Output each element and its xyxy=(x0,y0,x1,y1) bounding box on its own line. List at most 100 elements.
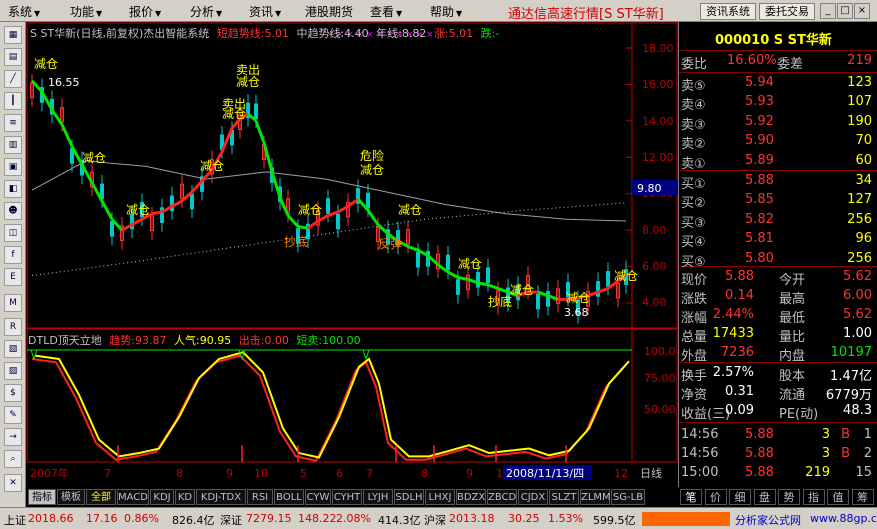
sell-row[interactable]: 卖④ 5.93 107 xyxy=(679,93,877,113)
stat-row: 现价 5.88 今开 5.62 xyxy=(679,268,877,288)
indicator-tab[interactable]: ZBCD xyxy=(487,489,517,505)
menu-help[interactable]: 帮助 ▼ xyxy=(430,3,462,20)
indicator-popularity: 人气:90.95 xyxy=(174,334,232,347)
menu-view[interactable]: 查看 ▼ xyxy=(370,3,402,20)
high-price-label: 16.55 xyxy=(48,76,80,89)
menu-function[interactable]: 功能 ▼ xyxy=(70,3,102,20)
candle-body xyxy=(190,193,194,210)
f10-icon[interactable]: ≡ xyxy=(4,114,22,132)
indicator-tab[interactable]: CYW xyxy=(305,489,331,505)
trade-button[interactable]: 委托交易 xyxy=(759,3,815,20)
indicator-tab[interactable]: RSI xyxy=(247,489,273,505)
tool-icon-b[interactable]: ▨ xyxy=(4,362,22,380)
buy-price: 5.88 xyxy=(745,173,774,188)
stat-value: 7236 xyxy=(720,345,754,360)
indicator-tab[interactable]: 全部 xyxy=(86,489,116,505)
hs-percent: 1.53% xyxy=(548,512,583,525)
indicator-tab[interactable]: MACD xyxy=(117,489,149,505)
minimize-icon[interactable]: _ xyxy=(820,3,836,19)
buy-row[interactable]: 买① 5.88 34 xyxy=(679,172,877,192)
indicator-tab[interactable]: CYHT xyxy=(332,489,362,505)
quote-tab[interactable]: 值 xyxy=(827,489,849,505)
stat-value: 5.62 xyxy=(843,269,872,284)
indicator-tab[interactable]: BDZX xyxy=(456,489,486,505)
quote-tab[interactable]: 指 xyxy=(802,489,825,505)
compare-icon[interactable]: ▥ xyxy=(4,136,22,154)
quote-tab[interactable]: 笔 xyxy=(680,489,702,505)
indicator-trend: 趋势:93.87 xyxy=(109,334,167,347)
indicator-tab[interactable]: KDJ-TDX xyxy=(196,489,246,505)
settings-icon[interactable]: ✎ xyxy=(4,406,22,424)
separator xyxy=(679,72,877,73)
quote-tab[interactable]: 细 xyxy=(729,489,751,505)
sell-price: 5.92 xyxy=(745,113,774,129)
indicator-tab[interactable]: SG-LB xyxy=(611,489,645,505)
sell-row[interactable]: 卖③ 5.92 190 xyxy=(679,113,877,133)
news-icon[interactable]: ◫ xyxy=(4,224,22,242)
indicator-tab[interactable]: KDJ xyxy=(150,489,174,505)
dollar-icon[interactable]: $ xyxy=(4,384,22,402)
indicator-tab[interactable]: LHXJ xyxy=(425,489,455,505)
stat-row: 涨跌 0.14 最高 6.00 xyxy=(679,287,877,307)
indicator-tab[interactable]: KD xyxy=(175,489,195,505)
date-label-7: 7 xyxy=(104,467,111,480)
formula-icon[interactable]: f xyxy=(4,246,22,264)
buy-row[interactable]: 买⑤ 5.80 256 xyxy=(679,250,877,270)
info-system-button[interactable]: 资讯系统 xyxy=(700,3,756,20)
buy-row[interactable]: 买③ 5.82 256 xyxy=(679,211,877,231)
calc-icon[interactable]: ▣ xyxy=(4,158,22,176)
kline-icon[interactable]: ┃ xyxy=(4,92,22,110)
indicator-short-sell: 短卖:100.00 xyxy=(296,334,361,347)
search-icon[interactable]: ⌕ xyxy=(4,450,22,468)
exit-icon[interactable]: ✕ xyxy=(4,474,22,492)
menu-analysis[interactable]: 分析 ▼ xyxy=(190,3,222,20)
indicator-tab[interactable]: CJDX xyxy=(518,489,548,505)
quote-panel: 000010 S ST华新 委比 16.60% 委差 219 卖⑤ 5.94 123… xyxy=(678,22,877,507)
board-icon[interactable]: ◧ xyxy=(4,180,22,198)
quote-tab[interactable]: 筹 xyxy=(851,489,874,505)
tick-time: 14:56 xyxy=(681,427,719,442)
indicator-name[interactable]: DTLD顶天立地 xyxy=(28,334,102,347)
sell-row[interactable]: 卖① 5.89 60 xyxy=(679,152,877,172)
eit-icon[interactable]: E xyxy=(4,268,22,286)
menu-system[interactable]: 系统 ▼ xyxy=(8,3,40,20)
chart-canvas[interactable]: × × × × × × × × × × × 减仓减仓减仓减仓卖出减仓卖出减仓减仓危险减仓减仓减仓减仓… xyxy=(26,22,678,487)
quote-list-icon[interactable]: ▦ xyxy=(4,26,22,44)
sell-price: 5.90 xyxy=(745,133,774,149)
tool-icon-a[interactable]: ▧ xyxy=(4,340,22,358)
rsi-icon[interactable]: R xyxy=(4,318,22,336)
menu-hk-futures[interactable]: 港股期货 xyxy=(305,3,353,20)
sell-row[interactable]: 卖⑤ 5.94 123 xyxy=(679,74,877,94)
chart-area[interactable]: × × × × × × × × × × × 减仓 减仓 减仓 减仓 卖出 减仓 卖出 减仓 减仓 危险 减仓 减仓 减仓 减仓… xyxy=(26,22,678,487)
site-url[interactable]: www.88gp.com xyxy=(810,512,877,525)
macd-icon[interactable]: M xyxy=(4,294,22,312)
menu-quote[interactable]: 报价 ▼ xyxy=(129,3,161,20)
annotation-jiancang: 减仓 xyxy=(566,291,590,305)
indicator-tab[interactable]: SLZT xyxy=(549,489,579,505)
tick-count: 1 xyxy=(863,427,872,442)
indicator-tab[interactable]: LYJH xyxy=(363,489,393,505)
rank-icon[interactable]: ▤ xyxy=(4,48,22,66)
buy-row[interactable]: 买② 5.85 127 xyxy=(679,191,877,211)
annotation-weixian: 危险 xyxy=(360,148,384,163)
sell-row[interactable]: 卖② 5.90 70 xyxy=(679,132,877,152)
quote-tab[interactable]: 势 xyxy=(778,489,800,505)
indicator-tab[interactable]: SDLH xyxy=(394,489,424,505)
indicator-tab[interactable]: BOLL xyxy=(274,489,304,505)
export-icon[interactable]: → xyxy=(4,428,22,446)
indicator-tab[interactable]: 指标 xyxy=(28,489,56,505)
close-icon[interactable]: × xyxy=(854,3,870,19)
buy-volume: 127 xyxy=(847,192,872,208)
indicator-tab[interactable]: 模板 xyxy=(57,489,85,505)
buy-row[interactable]: 买④ 5.81 96 xyxy=(679,230,877,250)
menu-news[interactable]: 资讯 ▼ xyxy=(249,3,281,20)
quote-tab[interactable]: 盘 xyxy=(753,489,776,505)
indicator-tab[interactable]: ZLMM xyxy=(580,489,611,505)
buy-price: 5.85 xyxy=(745,192,774,208)
trend-chart-icon[interactable]: ╱ xyxy=(4,70,22,88)
maximize-icon[interactable]: □ xyxy=(837,3,853,19)
price-tick-6: 6.00 xyxy=(642,260,667,273)
users-icon[interactable]: ☻ xyxy=(4,202,22,220)
quote-tab[interactable]: 价 xyxy=(704,489,727,505)
annotation-jiancang: 减仓 xyxy=(398,203,422,217)
